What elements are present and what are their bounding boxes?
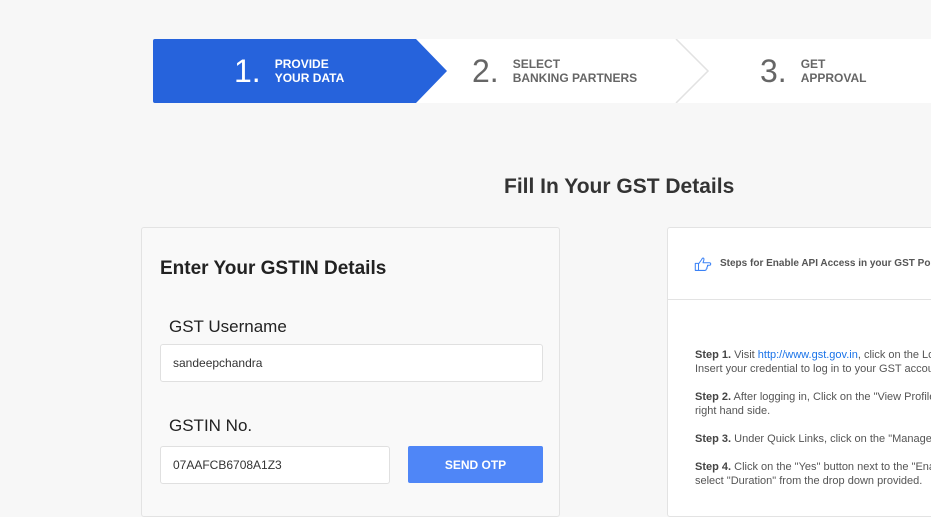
gstin-number-input[interactable] <box>160 446 390 484</box>
page-title: Fill In Your GST Details <box>504 175 735 198</box>
instruction-step: Step 3. Under Quick Links, click on the … <box>695 433 931 445</box>
chevron-divider-icon <box>675 39 710 103</box>
gstin-number-label: GSTIN No. <box>169 416 253 435</box>
instruction-steps: Step 1. Visit http://www.gst.gov.in, cli… <box>695 348 931 502</box>
instruction-step: Step 2. After logging in, Click on the "… <box>695 391 931 417</box>
pointing-hand-icon <box>694 257 712 271</box>
gst-portal-link[interactable]: http://www.gst.gov.in <box>758 349 858 361</box>
progress-stepper: 3. GET APPROVAL 2. SELECT BANKING PARTNE… <box>153 39 931 103</box>
instructions-header: Steps for Enable API Access in your GST … <box>668 228 931 300</box>
card-title: Enter Your GSTIN Details <box>160 258 387 279</box>
step-number: 2. <box>472 53 499 89</box>
gstin-details-card: Enter Your GSTIN Details GST Username GS… <box>141 227 560 517</box>
step-label: SELECT BANKING PARTNERS <box>512 57 638 85</box>
gst-username-label: GST Username <box>169 317 287 336</box>
step-select-banking-partners: 2. SELECT BANKING PARTNERS <box>416 39 706 103</box>
gst-username-input[interactable] <box>160 344 543 382</box>
instruction-step: Step 4. Click on the "Yes" button next t… <box>695 461 931 487</box>
step-label: PROVIDE YOUR DATA <box>274 57 345 85</box>
step-number: 1. <box>234 53 261 89</box>
instruction-step: Step 1. Visit http://www.gst.gov.in, cli… <box>695 349 931 375</box>
step-get-approval: 3. GET APPROVAL <box>706 39 931 103</box>
api-access-instructions-card: Steps for Enable API Access in your GST … <box>667 227 931 517</box>
step-provide-data: 1. PROVIDE YOUR DATA <box>153 39 447 103</box>
instructions-heading: Steps for Enable API Access in your GST … <box>720 258 931 269</box>
step-number: 3. <box>760 53 787 89</box>
send-otp-button[interactable]: SEND OTP <box>408 446 543 483</box>
step-label: GET APPROVAL <box>800 57 867 85</box>
